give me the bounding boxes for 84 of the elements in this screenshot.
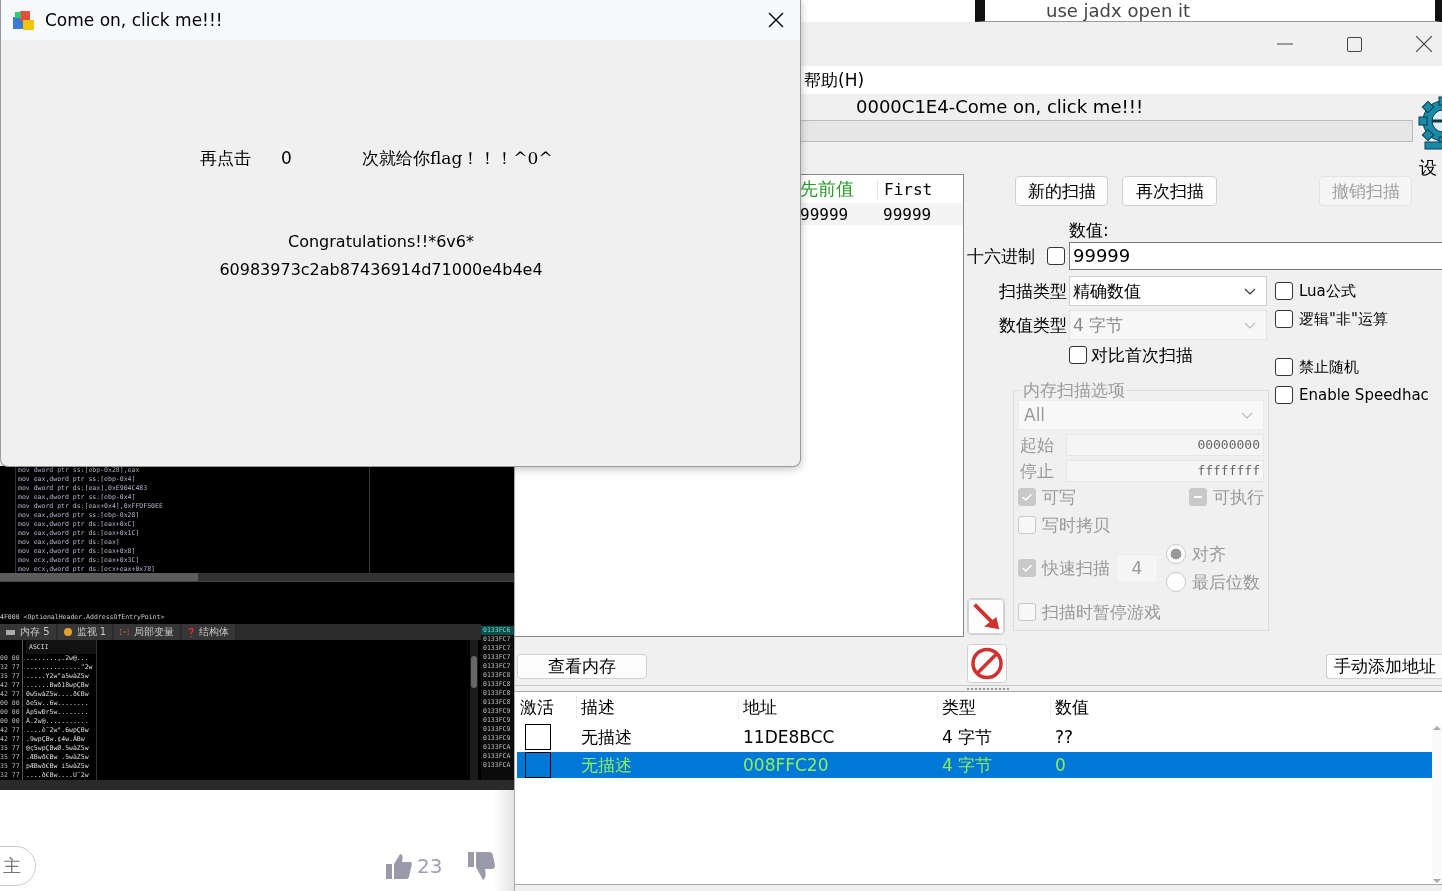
radio-label: 对齐 <box>1192 542 1226 566</box>
field-label: 数值: <box>1068 219 1110 241</box>
table-row[interactable]: 无描述 11DE8BCC 4 字节 ?? <box>517 724 1432 750</box>
checkbox-label: 写时拷贝 <box>1042 513 1110 537</box>
settings-label: 设 <box>1418 156 1438 180</box>
arrow-button[interactable] <box>967 598 1005 635</box>
column-header[interactable]: 类型 <box>937 695 1050 719</box>
hook-icon <box>188 627 195 637</box>
column-header[interactable]: 先前值 <box>800 177 877 201</box>
checkbox-label: 可执行 <box>1213 485 1264 509</box>
tab[interactable]: 监视 1 <box>57 624 113 640</box>
like-count: 23 <box>417 854 443 878</box>
bracket-icon <box>120 629 130 635</box>
checkbox[interactable] <box>1275 358 1293 376</box>
tab[interactable]: 结构体 <box>182 624 236 640</box>
close-icon[interactable] <box>1416 36 1432 52</box>
checkbox-label: 十六进制 <box>966 244 1036 268</box>
checkbox[interactable] <box>1275 310 1293 328</box>
field-label: 数值类型 <box>998 313 1067 337</box>
table-cell-text: 4 字节 <box>941 725 994 749</box>
tab[interactable]: 内存 5 <box>0 624 56 640</box>
new-scan-button[interactable]: 新的扫描 <box>1015 176 1108 206</box>
table-cell-text: 无描述 <box>580 753 633 777</box>
field-label: 停止 <box>1019 459 1055 483</box>
table-cell-text: ?? <box>1054 727 1075 747</box>
column-header[interactable]: First <box>877 179 960 199</box>
table-cell-text: 99999 <box>800 204 850 224</box>
next-scan-button[interactable]: 再次扫描 <box>1122 176 1217 206</box>
flag-text: 60983973c2ab87436914d71000e4b4e4 <box>219 259 543 281</box>
thumbs-up-icon[interactable] <box>386 853 412 879</box>
prompt-text: 次就给你flag！！！^0^ <box>362 148 553 168</box>
chevron-icon <box>1244 321 1256 329</box>
checkbox[interactable] <box>1275 282 1293 300</box>
checkbox[interactable] <box>1275 386 1293 404</box>
value-field[interactable]: 99999 <box>1069 242 1442 270</box>
prompt-text: 再点击 <box>200 148 252 168</box>
field-label: 扫描类型 <box>998 279 1067 303</box>
tab[interactable]: 局部变量 <box>114 624 181 640</box>
checkbox-label: 可写 <box>1042 485 1076 509</box>
add-address-button[interactable]: 手动添加地址 <box>1326 654 1442 679</box>
chevron-icon <box>1241 411 1253 419</box>
checkbox-label: 对比首次扫描 <box>1091 343 1193 367</box>
chevron-icon <box>1244 287 1256 295</box>
column-header[interactable]: 数值 <box>1050 695 1442 719</box>
checkbox-label: 逻辑"非"运算 <box>1299 309 1388 329</box>
window-text: use jadx open it <box>1045 1 1192 21</box>
checkbox-label: Lua公式 <box>1299 281 1356 301</box>
process-name: 0000C1E4-Come on, click me!!! <box>855 95 1145 119</box>
message-text: Congratulations!!*6v6* <box>288 231 474 253</box>
column-header[interactable]: 描述 <box>576 695 738 719</box>
column-header[interactable]: 地址 <box>738 695 937 719</box>
radio-label: 最后位数 <box>1192 570 1260 594</box>
memory-view-button[interactable]: 查看内存 <box>517 654 647 679</box>
table-cell-text: 0 <box>1054 755 1067 775</box>
checkbox[interactable] <box>525 752 551 778</box>
splitter-grip[interactable] <box>967 687 1009 690</box>
column-header[interactable]: 激活 <box>520 695 576 719</box>
chip-icon <box>6 628 15 636</box>
checkbox-label: 扫描时暂停游戏 <box>1042 600 1161 624</box>
checkbox[interactable] <box>525 724 551 750</box>
checkbox-label: 快速扫描 <box>1042 556 1110 580</box>
circle-icon <box>63 628 72 636</box>
field-label: 起始 <box>1019 433 1055 457</box>
click-count: 0 <box>281 148 293 168</box>
dash-icon <box>1194 496 1202 498</box>
checkbox-label: Enable Speedhac <box>1299 386 1429 404</box>
menu-item[interactable]: 帮助(H) <box>804 66 865 94</box>
window-title: Come on, click me!!! <box>45 10 223 30</box>
table-cell-text: 99999 <box>882 204 933 224</box>
thumbs-down-icon[interactable] <box>468 852 496 880</box>
follow-button[interactable]: 主 <box>0 846 36 886</box>
table-cell-text: 4 字节 <box>941 753 994 777</box>
table-cell-text: 008FFC20 <box>742 755 830 775</box>
gear-icon[interactable] <box>1417 95 1442 150</box>
table-cell-text: 11DE8BCC <box>742 727 836 747</box>
close-icon[interactable] <box>768 12 784 28</box>
table-cell-text: 无描述 <box>580 725 633 749</box>
stop-button[interactable] <box>967 644 1007 683</box>
checkbox[interactable] <box>1069 346 1087 364</box>
checkbox[interactable] <box>1047 247 1065 265</box>
maximize-icon[interactable] <box>1347 36 1362 52</box>
scan-type-select[interactable]: 精确数值 <box>1069 276 1267 306</box>
group-title: 内存扫描选项 <box>1022 379 1126 402</box>
checkbox-label: 禁止随机 <box>1299 357 1359 377</box>
